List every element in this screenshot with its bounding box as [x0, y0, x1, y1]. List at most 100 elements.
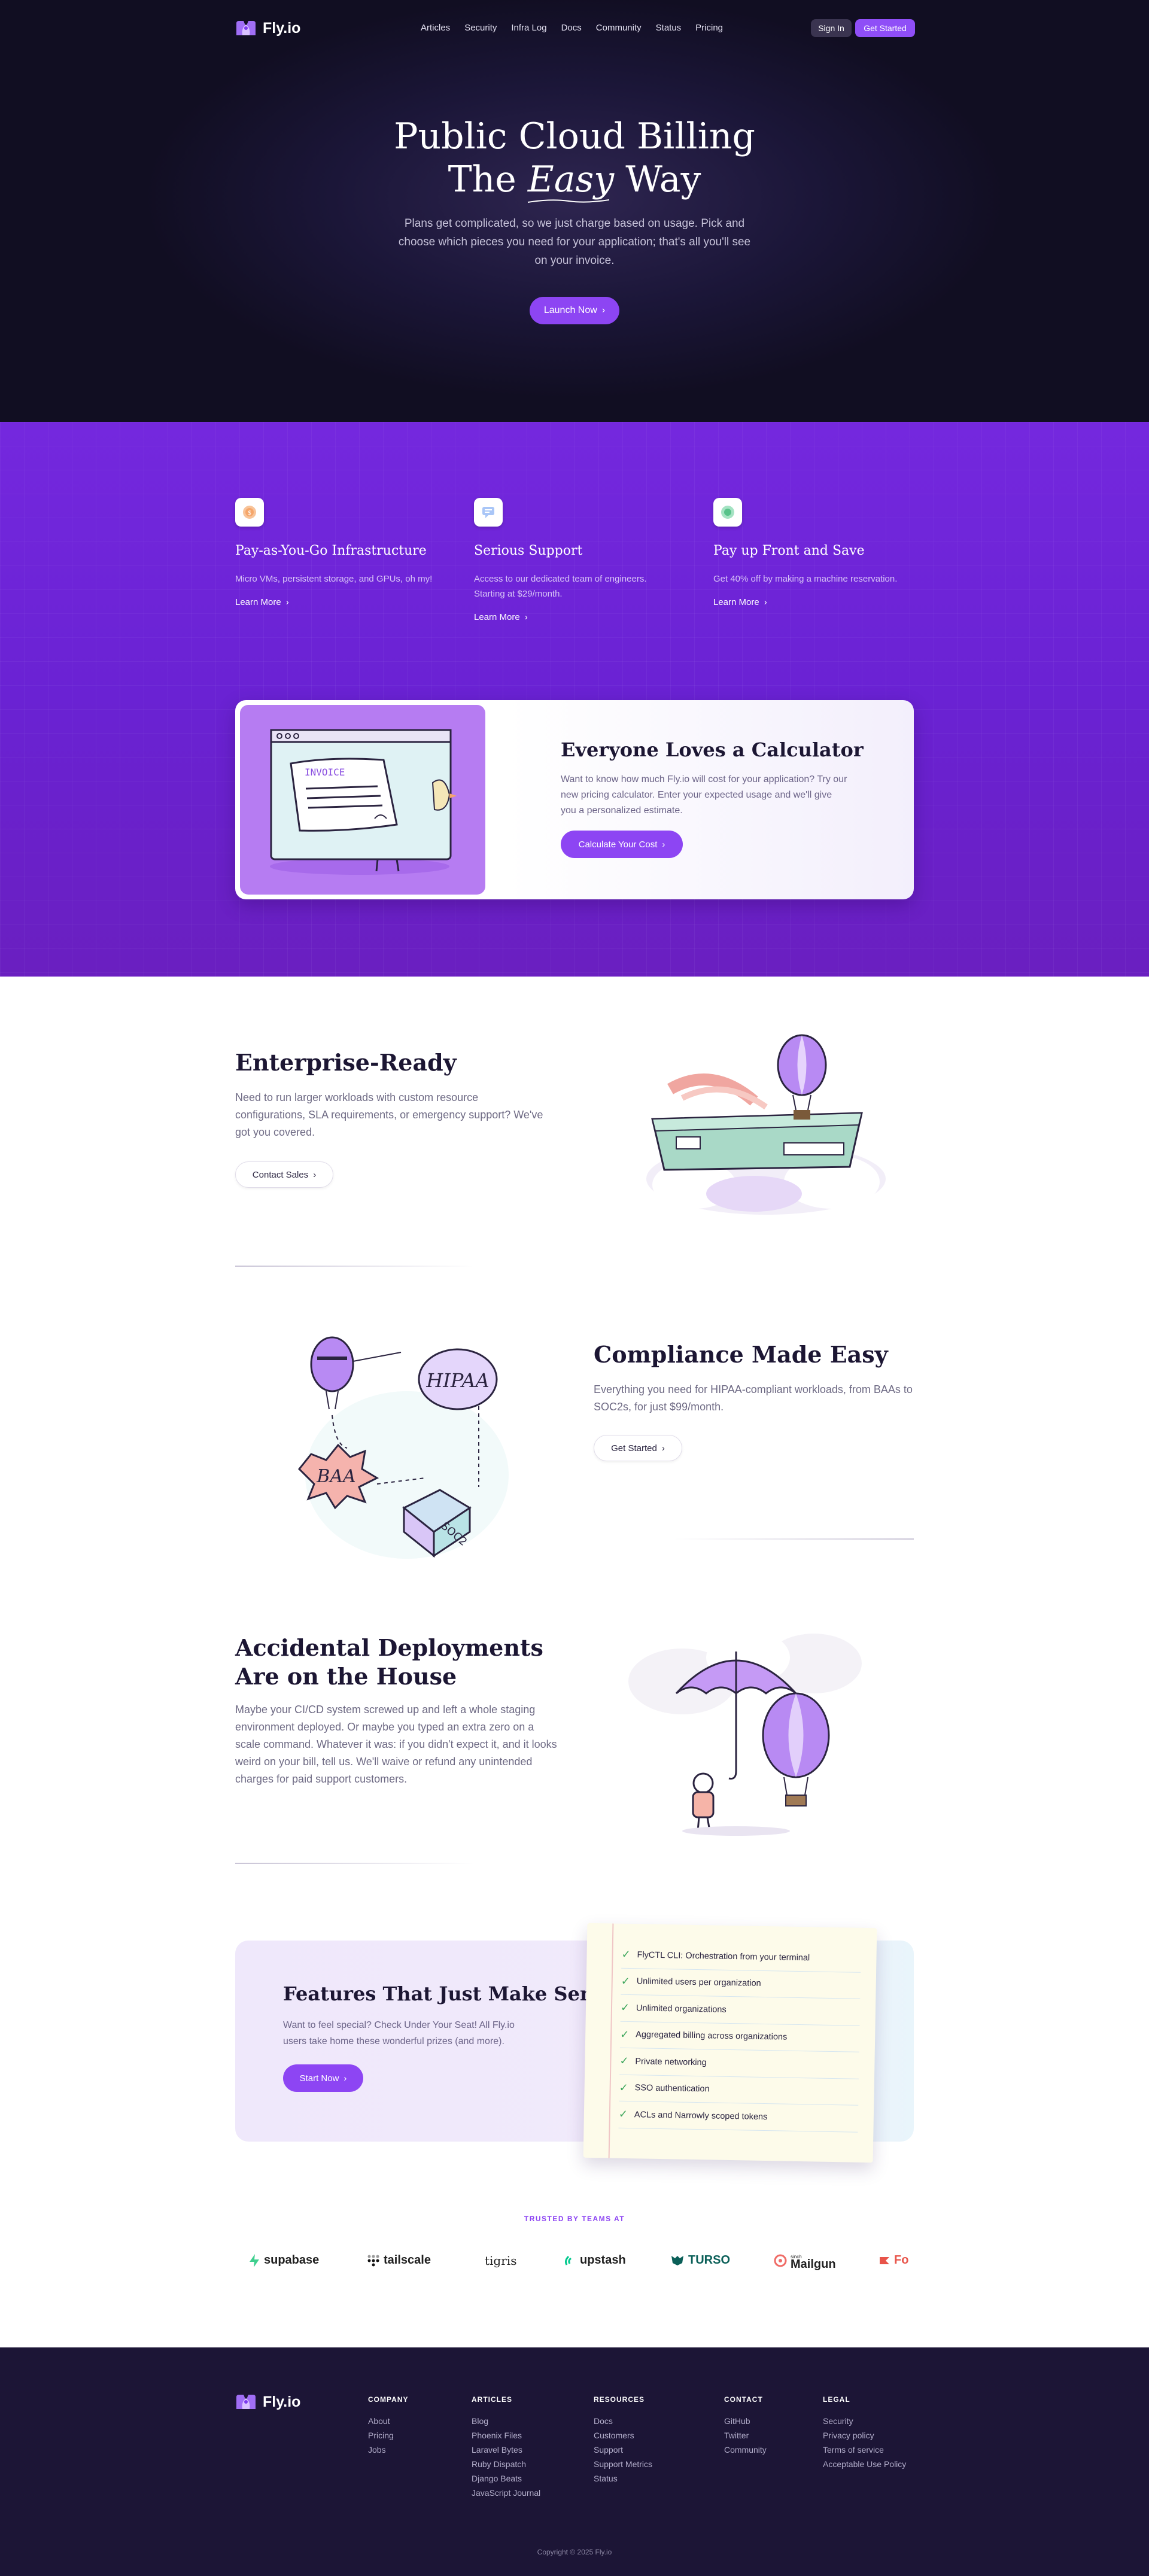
footer-link[interactable]: Jobs	[368, 2443, 408, 2457]
footer-link[interactable]: Customers	[594, 2428, 652, 2443]
learn-more-link[interactable]: Learn More ›	[235, 597, 433, 607]
easy-underline-squiggle	[527, 199, 610, 203]
top-nav: Fly.io Articles Security Infra Log Docs …	[235, 17, 915, 41]
chevron-right-icon: ›	[313, 1169, 317, 1180]
calculator-description: Want to know how much Fly.io will cost f…	[561, 774, 847, 816]
logo-text: Fo	[894, 2253, 909, 2267]
footer-heading: LEGAL	[823, 2395, 850, 2404]
footer-link[interactable]: Pricing	[368, 2428, 408, 2443]
perk-label: Unlimited users per organization	[636, 1976, 761, 1989]
checkmark-icon: ✓	[621, 1948, 631, 1961]
nav-link-community[interactable]: Community	[596, 23, 642, 33]
supabase-logo: supabase	[248, 2253, 319, 2267]
footer-link[interactable]: Docs	[594, 2414, 652, 2428]
footer-link[interactable]: Ruby Dispatch	[472, 2457, 540, 2471]
footer-heading: COMPANY	[368, 2395, 409, 2404]
footer-link[interactable]: Django Beats	[472, 2471, 540, 2486]
turso-logo: TURSO	[670, 2253, 730, 2267]
footer-brand-logo[interactable]: Fly.io	[235, 2392, 300, 2411]
footer-link[interactable]: Terms of service	[823, 2443, 906, 2457]
list-item: ✓ Unlimited organizations	[620, 1994, 861, 2026]
flag-icon	[880, 2256, 889, 2264]
feature-pay-up-front: Pay up Front and Save Get 40% off by mak…	[713, 498, 911, 607]
chevron-right-icon: ›	[601, 305, 606, 315]
compliance-illustration: HIPAA BAA SOC2	[297, 1336, 509, 1559]
nav-link-pricing[interactable]: Pricing	[695, 23, 723, 33]
balloon-logo-icon	[236, 21, 256, 35]
footer-heading: ARTICLES	[472, 2395, 512, 2404]
tailscale-dots-icon	[367, 2255, 379, 2266]
footer-link[interactable]: GitHub	[724, 2414, 767, 2428]
hero-title-way: Way	[625, 159, 701, 200]
accidental-title: Accidental Deployments Are on the House	[235, 1634, 543, 1691]
footer-link[interactable]: Privacy policy	[823, 2428, 906, 2443]
list-item: ✓ FlyCTL CLI: Orchestration from your ter…	[621, 1941, 861, 1973]
feature-description: Get 40% off by making a machine reservat…	[713, 574, 898, 584]
accidental-description: Maybe your CI/CD system screwed up and l…	[235, 1704, 557, 1785]
invoice-word: INVOICE	[305, 767, 345, 778]
mailgun-logo: sinch Mailgun	[774, 2253, 836, 2270]
compliance-description: Everything you need for HIPAA-compliant …	[594, 1383, 913, 1413]
footer-link[interactable]: Status	[594, 2471, 652, 2486]
learn-more-link[interactable]: Learn More ›	[474, 612, 671, 622]
learn-more-label: Learn More	[474, 612, 520, 622]
compliance-title: Compliance Made Easy	[594, 1341, 888, 1368]
footer-link[interactable]: Laravel Bytes	[472, 2443, 540, 2457]
footer-link[interactable]: Phoenix Files	[472, 2428, 540, 2443]
feature-description: Micro VMs, persistent storage, and GPUs,…	[235, 574, 433, 584]
checkmark-icon: ✓	[621, 1975, 631, 1987]
nav-link-status[interactable]: Status	[656, 23, 682, 33]
footer-link[interactable]: Acceptable Use Policy	[823, 2457, 906, 2471]
enterprise-description: Need to run larger workloads with custom…	[235, 1091, 543, 1138]
footer-link[interactable]: Blog	[472, 2414, 540, 2428]
contact-sales-button[interactable]: Contact Sales ›	[235, 1161, 333, 1188]
datacenter-balloon-illustration	[646, 1034, 886, 1215]
sign-in-button[interactable]: Sign In	[811, 19, 852, 37]
launch-now-button[interactable]: Launch Now ›	[530, 297, 619, 324]
nav-link-infra-log[interactable]: Infra Log	[511, 23, 546, 33]
feature-title: Pay-as-You-Go Infrastructure	[235, 543, 427, 558]
footer-heading: RESOURCES	[594, 2395, 645, 2404]
footer-link[interactable]: Security	[823, 2414, 906, 2428]
feature-title: Serious Support	[474, 543, 583, 558]
perks-description: Want to feel special? Check Under Your S…	[283, 2020, 515, 2046]
footer-heading: CONTACT	[724, 2395, 763, 2404]
umbrella-balloons-illustration	[628, 1631, 862, 1836]
feature-description: Access to our dedicated team of engineer…	[474, 574, 647, 599]
footer-brand-name: Fly.io	[263, 2393, 301, 2410]
start-now-button[interactable]: Start Now ›	[283, 2064, 363, 2092]
feature-pay-as-you-go: $ Pay-as-You-Go Infrastructure Micro VMs…	[235, 498, 433, 607]
calculate-cost-button[interactable]: Calculate Your Cost ›	[561, 831, 683, 858]
nav-link-docs[interactable]: Docs	[561, 23, 582, 33]
footer-link[interactable]: Support	[594, 2443, 652, 2457]
chevron-right-icon: ›	[764, 597, 767, 607]
hero-title-the: The	[448, 159, 516, 200]
upstash-icon	[565, 2255, 572, 2265]
start-now-label: Start Now	[299, 2073, 339, 2084]
footer-link[interactable]: About	[368, 2414, 408, 2428]
nav-link-security[interactable]: Security	[464, 23, 497, 33]
chevron-right-icon: ›	[344, 2073, 347, 2084]
trusted-heading: TRUSTED BY TEAMS AT	[524, 2215, 625, 2223]
perk-label: Private networking	[635, 2056, 707, 2068]
learn-more-link[interactable]: Learn More ›	[713, 597, 911, 607]
footer-link[interactable]: Twitter	[724, 2428, 767, 2443]
logo-text: supabase	[264, 2253, 320, 2267]
feature-serious-support: Serious Support Access to our dedicated …	[474, 498, 671, 622]
site-footer: Fly.io COMPANY About Pricing Jobs ARTICL…	[0, 2347, 1149, 2576]
footer-link[interactable]: Community	[724, 2443, 767, 2457]
nav-link-articles[interactable]: Articles	[421, 23, 450, 33]
compliance-get-started-button[interactable]: Get Started ›	[594, 1435, 682, 1461]
calculator-card: INVOICE Everyone Loves a Calculator Want…	[235, 700, 914, 899]
hipaa-label: HIPAA	[425, 1369, 489, 1392]
customer-logos: supabase tailscale tigris upstash TURSO …	[235, 2250, 914, 2274]
checkmark-icon: ✓	[619, 2055, 629, 2067]
checkmark-icon: ✓	[620, 2028, 630, 2040]
get-started-button[interactable]: Get Started	[855, 19, 915, 37]
perk-label: Unlimited organizations	[636, 2003, 727, 2015]
brand-logo[interactable]: Fly.io	[235, 19, 300, 38]
footer-link[interactable]: JavaScript Journal	[472, 2486, 540, 2500]
footer-link[interactable]: Support Metrics	[594, 2457, 652, 2471]
nav-links: Articles Security Infra Log Docs Communi…	[421, 23, 723, 33]
perks-title: Features That Just Make Sense	[283, 1982, 617, 2005]
